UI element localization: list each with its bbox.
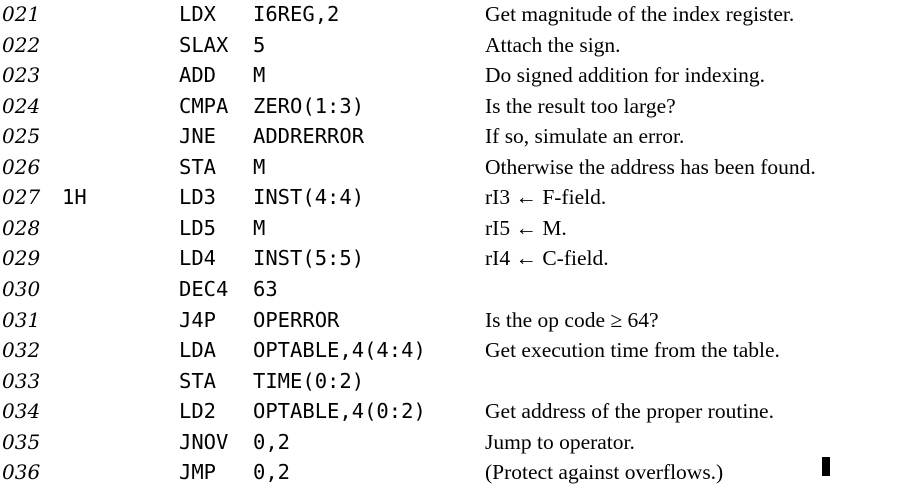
code-line: 036 JMP 0,2 (Protect against overflows.) xyxy=(0,457,916,488)
address-field: M xyxy=(253,63,266,88)
opcode: LD3 xyxy=(179,185,217,210)
code-line: 027 1H LD3 INST(4:4) rI3 ← F-field. xyxy=(0,182,916,213)
address-field: ZERO(1:3) xyxy=(253,93,365,118)
opcode: LDX xyxy=(179,2,217,26)
line-remark: Jump to operator. xyxy=(485,429,635,454)
code-line: 030 DEC4 63 xyxy=(0,274,916,305)
opcode: SLAX xyxy=(179,32,229,57)
opcode: STA xyxy=(179,368,217,393)
line-number: 033 xyxy=(2,368,41,393)
end-of-proof-mark xyxy=(822,457,830,476)
line-number: 022 xyxy=(2,32,41,57)
opcode: J4P xyxy=(179,307,217,332)
line-number: 028 xyxy=(2,215,41,240)
code-line: 028 LD5 MrI5 ← M. xyxy=(0,213,916,244)
opcode: LD5 xyxy=(179,215,217,240)
code-line: 035 JNOV 0,2 Jump to operator. xyxy=(0,427,916,458)
opcode: LD4 xyxy=(179,246,217,271)
line-number: 034 xyxy=(2,399,41,424)
address-field: 0,2 xyxy=(253,429,291,454)
opcode: CMPA xyxy=(179,93,229,118)
opcode: JMP xyxy=(179,460,217,485)
line-remark: Is the result too large? xyxy=(485,93,676,118)
address-field: 0,2 xyxy=(253,460,291,485)
opcode: JNE xyxy=(179,124,217,149)
line-remark: Otherwise the address has been found. xyxy=(485,154,816,179)
code-line: 032 LDA OPTABLE,4(4:4) Get execution time f… xyxy=(0,335,916,366)
opcode: STA xyxy=(179,154,217,179)
code-line: 034 LD2 OPTABLE,4(0:2) Get address of the p… xyxy=(0,396,916,427)
line-number: 024 xyxy=(2,93,41,118)
line-label: 1H xyxy=(62,185,87,210)
address-field: OPTABLE,4(4:4) xyxy=(253,338,426,363)
line-number: 035 xyxy=(2,429,41,454)
line-number: 027 xyxy=(2,185,41,210)
address-field: M xyxy=(253,154,266,179)
opcode: DEC4 xyxy=(179,276,229,301)
code-line: 033 STA TIME(0:2) xyxy=(0,366,916,397)
code-line: 021 LDX I6REG,2 Get magnitude of the index … xyxy=(0,0,916,30)
opcode: JNOV xyxy=(179,429,229,454)
code-listing: 021 LDX I6REG,2 Get magnitude of the index … xyxy=(0,0,916,484)
line-remark: rI3 ← F-field. xyxy=(485,185,607,210)
line-remark: rI4 ← C-field. xyxy=(485,246,609,271)
line-remark: Get execution time from the table. xyxy=(485,338,780,363)
line-number: 026 xyxy=(2,154,41,179)
line-number: 036 xyxy=(2,460,41,485)
address-field: TIME(0:2) xyxy=(253,368,365,393)
address-field: OPERROR xyxy=(253,307,340,332)
address-field: INST(5:5) xyxy=(253,246,365,271)
line-remark: If so, simulate an error. xyxy=(485,124,685,149)
code-line: 024 CMPA ZERO(1:3) Is the result too large? xyxy=(0,91,916,122)
address-field: OPTABLE,4(0:2) xyxy=(253,399,426,424)
address-field: 63 xyxy=(253,276,278,301)
line-number: 023 xyxy=(2,63,41,88)
line-number: 031 xyxy=(2,307,41,332)
line-number: 029 xyxy=(2,246,41,271)
address-field: INST(4:4) xyxy=(253,185,365,210)
address-field: 5 xyxy=(253,32,266,57)
address-field: ADDRERROR xyxy=(253,124,365,149)
opcode: ADD xyxy=(179,63,217,88)
line-remark: Attach the sign. xyxy=(485,32,621,57)
line-remark: Get address of the proper routine. xyxy=(485,399,774,424)
line-number: 032 xyxy=(2,338,41,363)
code-line: 026 STA M Otherwise the address has been fo… xyxy=(0,152,916,183)
code-line: 025 JNE ADDRERROR If so, simulate an error. xyxy=(0,121,916,152)
line-number: 021 xyxy=(2,2,41,26)
line-remark: rI5 ← M. xyxy=(485,215,567,240)
address-field: I6REG,2 xyxy=(253,2,340,26)
opcode: LDA xyxy=(179,338,217,363)
line-remark: Do signed addition for indexing. xyxy=(485,63,766,88)
code-line: 022 SLAX 5 Attach the sign. xyxy=(0,30,916,61)
line-remark: Get magnitude of the index register. xyxy=(485,2,795,26)
line-number: 025 xyxy=(2,124,41,149)
line-remark: Is the op code ≥ 64? xyxy=(485,307,659,332)
code-line: 031 J4P OPERROR Is the op code ≥ 64? xyxy=(0,305,916,336)
line-remark: (Protect against overflows.) xyxy=(485,460,724,485)
opcode: LD2 xyxy=(179,399,217,424)
address-field: M xyxy=(253,215,266,240)
line-number: 030 xyxy=(2,276,41,301)
code-line: 023 ADD M Do signed addition for indexing. xyxy=(0,60,916,91)
code-line: 029 LD4 INST(5:5) rI4 ← C-field. xyxy=(0,243,916,274)
